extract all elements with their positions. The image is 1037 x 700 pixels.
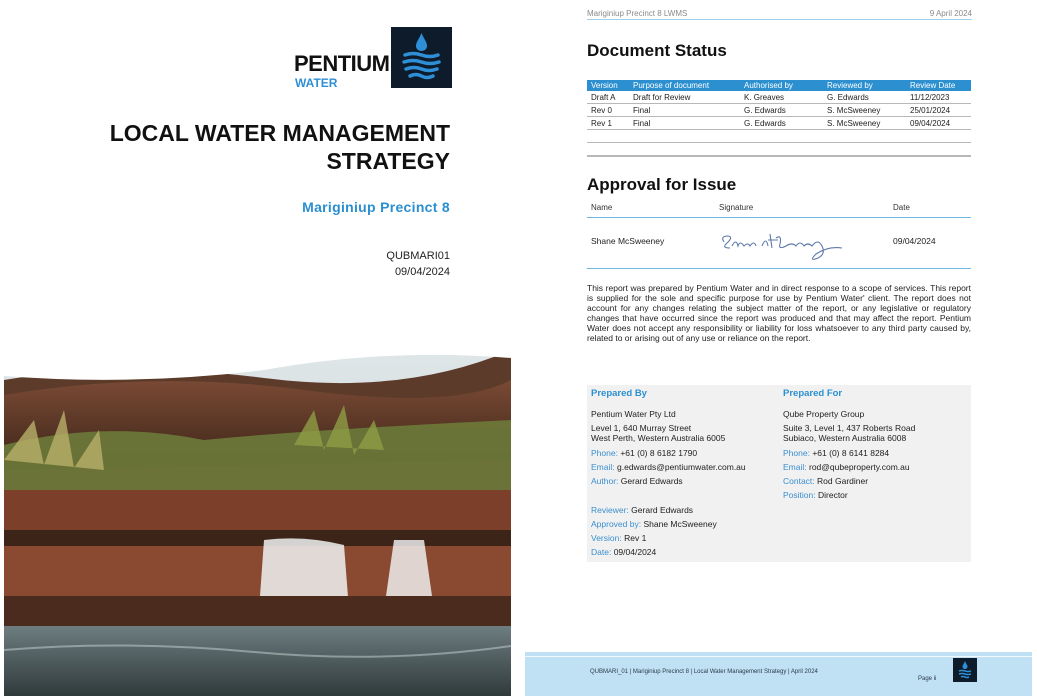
logo-subtext: WATER bbox=[295, 76, 338, 90]
prepared-for-heading: Prepared For bbox=[783, 388, 843, 399]
prepared-by-address2: West Perth, Western Australia 6005 bbox=[591, 433, 726, 443]
document-status-heading: Document Status bbox=[587, 41, 727, 60]
cell: 09/04/2024 bbox=[906, 116, 971, 130]
prepared-for-contact: Contact: Rod Gardiner bbox=[783, 476, 868, 486]
col-review-date: Review Date bbox=[906, 80, 971, 91]
email-value: g.edwards@pentiumwater.com.au bbox=[617, 462, 746, 472]
reviewer-value: Gerard Edwards bbox=[631, 505, 694, 515]
email-value: rod@qubeproperty.com.au bbox=[809, 462, 910, 472]
footer-divider bbox=[525, 656, 1032, 657]
page-number: Page ii bbox=[918, 676, 937, 682]
running-header-date: 9 April 2024 bbox=[929, 9, 972, 18]
footer-text: QUBMARI_01 | Mariginiup Precinct 8 | Loc… bbox=[590, 669, 818, 675]
cell: Rev 0 bbox=[587, 103, 629, 117]
phone-value: +61 (0) 8 6141 8284 bbox=[812, 448, 890, 458]
approval-divider-top bbox=[587, 217, 971, 218]
cover-code: QUBMARI01 bbox=[386, 250, 450, 262]
col-purpose: Purpose of document bbox=[629, 80, 740, 91]
approval-col-date: Date bbox=[893, 203, 910, 212]
prepared-by-phone: Phone: +61 (0) 8 6182 1790 bbox=[591, 448, 697, 458]
cell: G. Edwards bbox=[823, 91, 906, 104]
cell: S. McSweeney bbox=[823, 116, 906, 130]
footer-logo-icon bbox=[953, 658, 977, 682]
cover-reference: QUBMARI01 09/04/2024 bbox=[250, 248, 450, 280]
cell: Draft A bbox=[587, 91, 629, 104]
cover-date: 09/04/2024 bbox=[394, 266, 450, 278]
contact-value: Rod Gardiner bbox=[817, 476, 869, 486]
email-label: Email: bbox=[591, 462, 615, 472]
cell: G. Edwards bbox=[740, 116, 823, 130]
version-label: Version: bbox=[591, 533, 622, 543]
author-label: Author: bbox=[591, 476, 619, 486]
reviewer-label: Reviewer: bbox=[591, 505, 629, 515]
prepared-by-company: Pentium Water Pty Ltd bbox=[591, 409, 676, 419]
disclaimer-text: This report was prepared by Pentium Wate… bbox=[587, 283, 971, 343]
approved-value: Shane McSweeney bbox=[643, 519, 717, 529]
version-value: Rev 1 bbox=[624, 533, 647, 543]
date-label: Date: bbox=[591, 547, 612, 557]
position-label: Position: bbox=[783, 490, 816, 500]
prepared-for-position: Position: Director bbox=[783, 490, 848, 500]
phone-label: Phone: bbox=[591, 448, 618, 458]
cover-page: PENTIUM WATER LOCAL WATER MANAGEMENT STR… bbox=[0, 0, 520, 700]
prepared-by-version: Version: Rev 1 bbox=[591, 533, 646, 543]
cover-title: LOCAL WATER MANAGEMENT STRATEGY bbox=[30, 119, 450, 175]
approval-date: 09/04/2024 bbox=[893, 236, 936, 246]
running-header-title: Mariginiup Precinct 8 LWMS bbox=[587, 9, 688, 18]
document-status-table: Version Purpose of document Authorised b… bbox=[587, 80, 971, 157]
position-value: Director bbox=[817, 490, 848, 500]
cover-title-line2: STRATEGY bbox=[326, 148, 450, 174]
prepared-for-address2: Subiaco, Western Australia 6008 bbox=[783, 433, 907, 443]
approval-heading: Approval for Issue bbox=[587, 175, 737, 194]
prepared-by-address1: Level 1, 640 Murray Street bbox=[591, 423, 692, 433]
prepared-for-email: Email: rod@qubeproperty.com.au bbox=[783, 462, 910, 472]
water-drop-icon bbox=[391, 27, 452, 88]
prepared-for-phone: Phone: +61 (0) 8 6141 8284 bbox=[783, 448, 889, 458]
phone-label: Phone: bbox=[783, 448, 810, 458]
cell: S. McSweeney bbox=[823, 103, 906, 117]
col-authorised-by: Authorised by bbox=[740, 80, 823, 91]
table-header-row: Version Purpose of document Authorised b… bbox=[587, 80, 971, 91]
cell: 25/01/2024 bbox=[906, 103, 971, 117]
table-row: Draft A Draft for Review K. Greaves G. E… bbox=[587, 91, 971, 104]
waterfall-photo bbox=[4, 350, 511, 696]
prepared-by-reviewer: Reviewer: Gerard Edwards bbox=[591, 505, 693, 515]
table-row: Rev 1 Final G. Edwards S. McSweeney 09/0… bbox=[587, 116, 971, 130]
approver-name: Shane McSweeney bbox=[591, 236, 665, 246]
author-value: Gerard Edwards bbox=[620, 476, 683, 486]
cell: Final bbox=[629, 103, 740, 117]
cover-subtitle: Mariginiup Precinct 8 bbox=[302, 199, 450, 215]
email-label: Email: bbox=[783, 462, 807, 472]
cell: Final bbox=[629, 116, 740, 130]
phone-value: +61 (0) 8 6182 1790 bbox=[620, 448, 698, 458]
col-reviewed-by: Reviewed by bbox=[823, 80, 906, 91]
prepared-by-heading: Prepared By bbox=[591, 388, 647, 399]
table-row-empty bbox=[587, 129, 971, 143]
prepared-for-address1: Suite 3, Level 1, 437 Roberts Road bbox=[783, 423, 916, 433]
prepared-by-author: Author: Gerard Edwards bbox=[591, 476, 683, 486]
cell: G. Edwards bbox=[740, 103, 823, 117]
table-row-empty bbox=[587, 142, 971, 157]
contact-label: Contact: bbox=[783, 476, 815, 486]
logo-wordmark: PENTIUM bbox=[294, 51, 390, 76]
table-row: Rev 0 Final G. Edwards S. McSweeney 25/0… bbox=[587, 103, 971, 117]
date-value: 09/04/2024 bbox=[613, 547, 657, 557]
prepared-by-approved: Approved by: Shane McSweeney bbox=[591, 519, 717, 529]
approval-divider-bottom bbox=[587, 268, 971, 269]
approval-col-signature: Signature bbox=[719, 203, 754, 212]
header-divider bbox=[587, 19, 972, 20]
cell: Rev 1 bbox=[587, 116, 629, 130]
cell: Draft for Review bbox=[629, 91, 740, 104]
prepared-by-date: Date: 09/04/2024 bbox=[591, 547, 656, 557]
prepared-for-company: Qube Property Group bbox=[783, 409, 865, 419]
prepared-by-email: Email: g.edwards@pentiumwater.com.au bbox=[591, 462, 746, 472]
cell: K. Greaves bbox=[740, 91, 823, 104]
approval-col-name: Name bbox=[591, 203, 613, 212]
cover-title-line1: LOCAL WATER MANAGEMENT bbox=[109, 120, 450, 146]
signature-image bbox=[722, 233, 843, 260]
approved-label: Approved by: bbox=[591, 519, 642, 529]
cell: 11/12/2023 bbox=[906, 91, 971, 104]
col-version: Version bbox=[587, 80, 629, 91]
